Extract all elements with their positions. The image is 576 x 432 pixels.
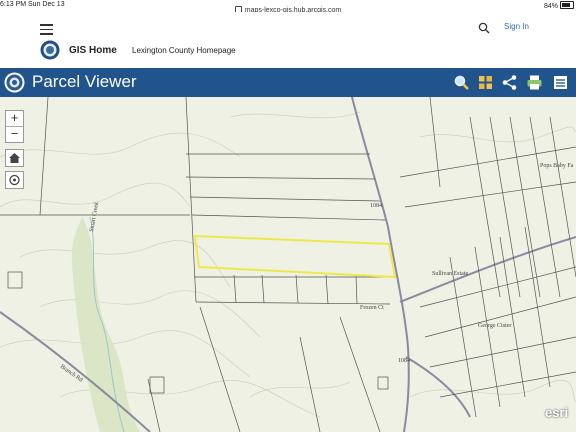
county-seal-icon — [4, 72, 25, 93]
label-frozen-ct: Frozen Ct — [360, 305, 384, 311]
county-seal-logo[interactable] — [40, 40, 60, 60]
county-homepage-link[interactable]: Lexington County Homepage — [132, 46, 236, 55]
esri-attribution-logo: esri — [545, 405, 569, 420]
status-bar: 6:13 PM Sun Dec 13 maps-lexco-gis.hub.ar… — [0, 0, 576, 14]
share-icon[interactable] — [501, 74, 518, 91]
label-road-1084-south: 1084 — [398, 358, 410, 364]
menu-icon[interactable] — [40, 24, 53, 35]
zoom-out-button[interactable]: − — [6, 126, 23, 142]
app-title: Parcel Viewer — [32, 72, 137, 91]
locate-button[interactable] — [5, 171, 24, 189]
label-sullivan-estate: Sullivan Estate — [432, 271, 468, 277]
vegetation-patch — [71, 217, 140, 432]
label-pops-baby: Pops Baby Fa — [540, 163, 574, 169]
sign-in-link[interactable]: Sign In — [504, 22, 529, 31]
zoom-in-button[interactable]: + — [6, 111, 23, 126]
label-branch-rd: Branch Rd — [59, 364, 84, 384]
label-george: George Cister — [478, 323, 511, 329]
search-icon[interactable] — [453, 74, 470, 91]
search-icon[interactable] — [478, 22, 490, 34]
gis-home-link[interactable]: GIS Home — [69, 45, 117, 56]
legend-list-icon[interactable] — [552, 74, 569, 91]
highlighted-parcel[interactable] — [193, 234, 397, 279]
print-icon[interactable] — [526, 74, 543, 91]
label-road-1084: 1084 — [370, 203, 382, 209]
locate-icon — [9, 174, 20, 186]
battery-percent: 84% — [543, 3, 558, 10]
basemap-gallery-icon[interactable] — [477, 74, 494, 91]
home-icon — [9, 153, 20, 163]
map-canvas[interactable]: Pops Baby Fa Sullivan Estate George Cist… — [0, 97, 576, 432]
home-extent-button[interactable] — [5, 149, 24, 167]
zoom-control: + − — [5, 110, 24, 143]
parcel-map[interactable]: Pops Baby Fa Sullivan Estate George Cist… — [0, 97, 576, 432]
app-header: Parcel Viewer — [0, 68, 576, 97]
top-navigation: Sign In GIS Home Lexington County Homepa… — [0, 12, 576, 68]
battery-icon — [560, 1, 574, 9]
battery-indicator: 84% — [544, 1, 574, 10]
label-creek: Stuart Creek — [89, 202, 100, 233]
